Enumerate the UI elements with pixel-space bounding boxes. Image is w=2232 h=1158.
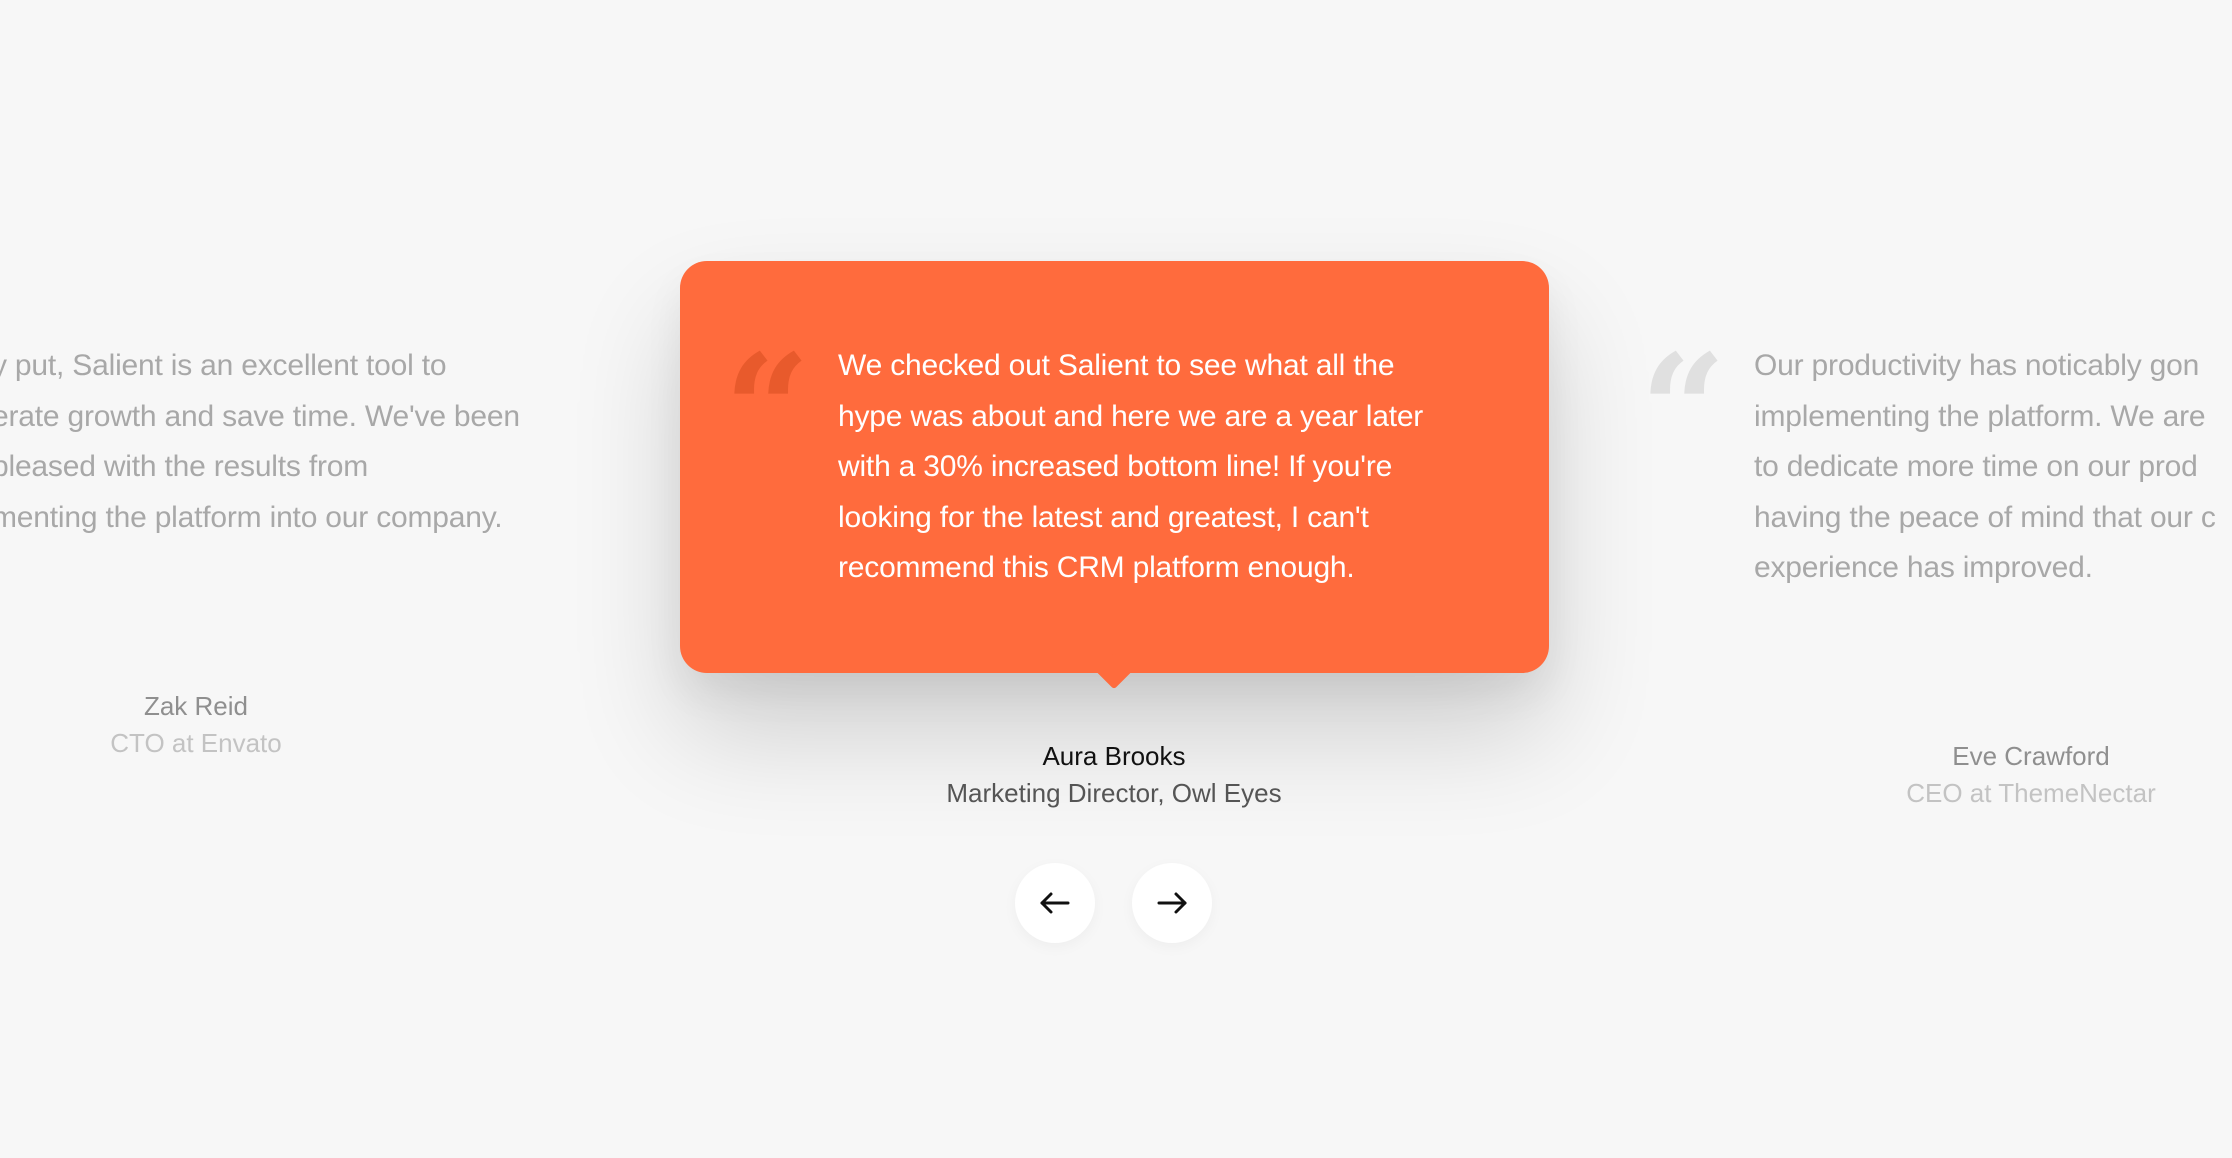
next-button[interactable] bbox=[1132, 863, 1212, 943]
quote-line: We checked out Salient to see what all t… bbox=[838, 349, 1395, 382]
testimonial-left-author-name: Zak Reid bbox=[143, 691, 249, 721]
quote-line: menting the platform into our company. bbox=[0, 500, 503, 534]
quote-line: to dedicate more time on our prod bbox=[1754, 450, 2198, 484]
testimonial-left-author-title: CTO at Envato bbox=[110, 728, 282, 758]
active-testimonial-author-title: Marketing Director, Owl Eyes bbox=[946, 778, 1282, 808]
quote-icon: “ bbox=[1640, 322, 1727, 498]
testimonial-right-author-title: CEO at ThemeNectar bbox=[1906, 778, 2156, 808]
quote-line: having the peace of mind that our c bbox=[1754, 500, 2216, 534]
quote-line: recommend this CRM platform enough. bbox=[838, 551, 1355, 585]
quote-line: with a 30% increased bottom line! If you… bbox=[838, 450, 1393, 484]
quote-line: Our productivity has noticably gon bbox=[1754, 349, 2200, 382]
testimonial-right-author-name: Eve Crawford bbox=[1952, 741, 2110, 771]
testimonial-right-quote: Our productivity has noticably gon imple… bbox=[1754, 341, 2216, 594]
testimonial-slider: y put, Salient is an excellent tool to e… bbox=[0, 0, 2232, 1158]
active-testimonial-author-name: Aura Brooks bbox=[1042, 741, 1186, 771]
quote-line: y put, Salient is an excellent tool to bbox=[0, 349, 447, 382]
quote-line: hype was about and here we are a year la… bbox=[838, 399, 1424, 433]
previous-button[interactable] bbox=[1015, 863, 1095, 943]
quote-line: pleased with the results from bbox=[0, 450, 369, 484]
quote-icon: “ bbox=[724, 322, 811, 498]
arrow-right-icon bbox=[1157, 892, 1187, 914]
testimonial-left-quote: y put, Salient is an excellent tool to e… bbox=[0, 341, 520, 543]
arrow-left-icon bbox=[1040, 892, 1070, 914]
quote-line: looking for the latest and greatest, I c… bbox=[838, 500, 1369, 534]
quote-line: experience has improved. bbox=[1754, 551, 2093, 585]
quote-line: erate growth and save time. We've been bbox=[0, 399, 520, 433]
active-testimonial-quote: We checked out Salient to see what all t… bbox=[838, 341, 1423, 594]
quote-line: implementing the platform. We are bbox=[1754, 399, 2206, 433]
